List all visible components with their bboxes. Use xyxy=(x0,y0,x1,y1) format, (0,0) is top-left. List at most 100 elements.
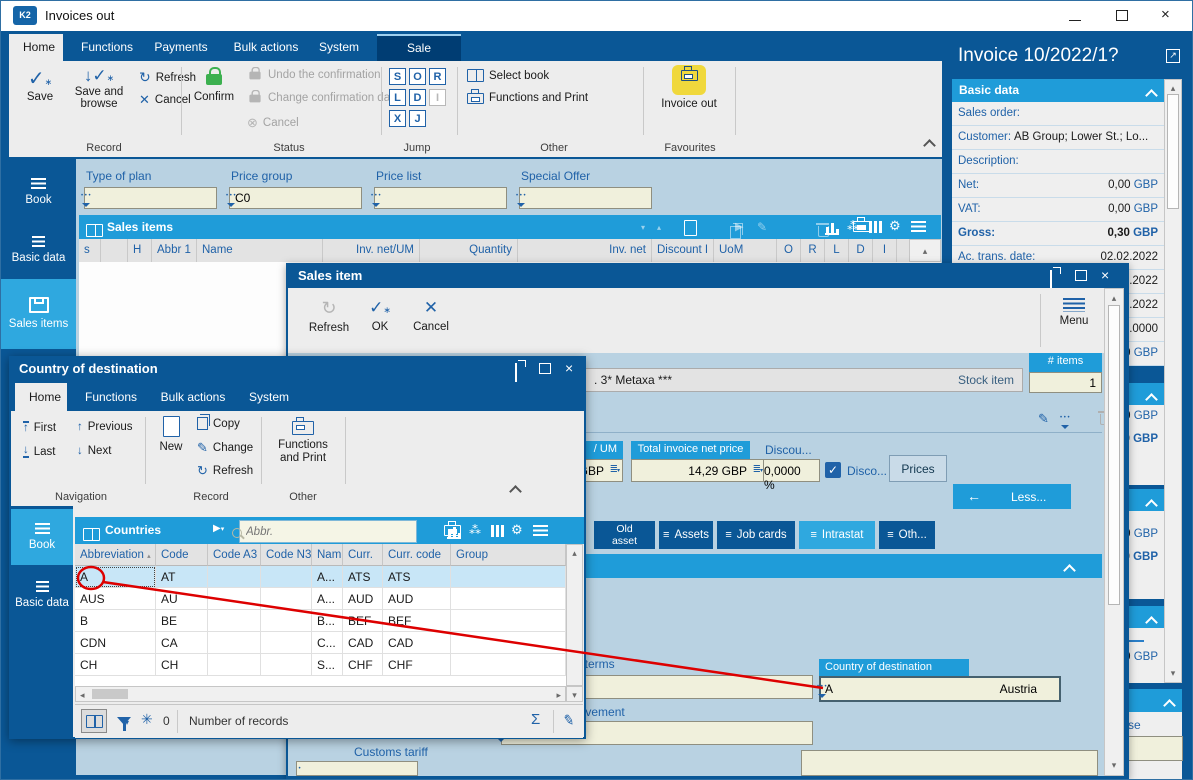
dropdown-icon[interactable] xyxy=(297,766,303,775)
customs-tariff-field[interactable] xyxy=(296,761,418,776)
cancel-button[interactable]: ✕ Cancel xyxy=(139,92,191,108)
asterisk-icon[interactable]: ✳ xyxy=(141,711,153,728)
type-of-plan-field[interactable] xyxy=(81,187,217,209)
maximize-button[interactable] xyxy=(1075,270,1087,281)
close-button[interactable]: × xyxy=(565,361,573,375)
sidebar-item-book[interactable]: Book xyxy=(11,509,73,565)
copy-button[interactable]: Copy xyxy=(197,414,240,430)
jump-o-button[interactable]: O xyxy=(409,68,426,85)
tab-other[interactable]: ≡ Oth... xyxy=(879,521,935,549)
columns-icon[interactable] xyxy=(491,525,504,537)
save-and-browse-button[interactable]: ↓✓∗ Save and browse xyxy=(67,66,131,130)
col-l[interactable]: L xyxy=(825,239,849,262)
jump-d-button[interactable]: D xyxy=(409,89,426,106)
jump-j-button[interactable]: J xyxy=(409,110,426,127)
functions-and-print-button[interactable]: Functions and Print xyxy=(267,416,339,486)
col-inv-net-um[interactable]: Inv. net/UM xyxy=(323,239,420,262)
description-field[interactable] xyxy=(801,750,1098,776)
jump-r-button[interactable]: R xyxy=(429,68,446,85)
sidebar-item-basic-data[interactable]: Basic data xyxy=(1,223,76,277)
col-o[interactable]: O xyxy=(777,239,801,262)
col-name[interactable]: Nam xyxy=(312,544,343,566)
functions-wheel-icon[interactable]: ⁂ xyxy=(469,523,481,537)
refresh-button[interactable]: ↻ Refresh xyxy=(139,69,196,86)
tab-system[interactable]: System xyxy=(301,34,377,61)
jump-s-button[interactable]: S xyxy=(389,68,406,85)
col-group[interactable]: Group xyxy=(451,544,566,566)
tab-home[interactable]: Home xyxy=(15,383,67,411)
less-button[interactable]: ← Less... xyxy=(953,484,1071,509)
tab-home[interactable]: Home xyxy=(9,34,63,61)
settings-gear-icon[interactable]: ⚙ xyxy=(511,523,523,536)
edit-icon[interactable]: ✎ xyxy=(1038,411,1049,427)
chart-icon[interactable] xyxy=(825,221,839,235)
col-discount[interactable]: Discount I xyxy=(652,239,714,262)
dialog-refresh-button[interactable]: ↻ Refresh xyxy=(302,298,356,334)
col-curr[interactable]: Curr. xyxy=(343,544,383,566)
discount-checkbox[interactable]: ✓ xyxy=(825,462,841,478)
discount-field[interactable]: 0,0000 % xyxy=(763,459,820,492)
tab-old-asset[interactable]: Old asset xyxy=(594,521,655,549)
ribbon-collapse-button[interactable] xyxy=(509,483,522,501)
close-button[interactable]: × xyxy=(1161,7,1170,22)
confirm-button[interactable]: Confirm xyxy=(189,66,239,130)
panel-scrollbar[interactable]: ▴ ▾ xyxy=(1164,79,1182,683)
dialog-menu-button[interactable]: Menu xyxy=(1052,298,1096,327)
countries-hscrollbar[interactable]: ◂ ▸ xyxy=(75,686,566,702)
new-button[interactable]: New xyxy=(149,416,193,478)
col-code-a3[interactable]: Code A3 xyxy=(208,544,261,566)
country-cell[interactable]: B xyxy=(75,610,156,632)
col-uom[interactable]: UoM xyxy=(714,239,777,262)
col-blank[interactable] xyxy=(101,239,128,262)
maximize-button[interactable] xyxy=(1116,10,1128,21)
book-view-button[interactable] xyxy=(81,709,107,733)
col-quantity[interactable]: Quantity xyxy=(420,239,518,262)
special-offer-field[interactable] xyxy=(516,187,652,209)
next-button[interactable]: ↓ Next xyxy=(77,445,111,457)
panel-menu-icon[interactable] xyxy=(911,221,926,232)
expand-panel-icon[interactable]: ↗ xyxy=(1166,49,1180,63)
edit-icon[interactable]: ✎ xyxy=(757,220,767,234)
dropdown-icon[interactable] xyxy=(1060,415,1072,430)
select-book-button[interactable]: Select book xyxy=(467,69,549,82)
settings-gear-icon[interactable]: ⚙ xyxy=(889,219,901,232)
tab-job-cards[interactable]: ≡ Job cards xyxy=(717,521,795,549)
country-of-destination-field[interactable]: A Austria xyxy=(817,676,1061,702)
prices-button[interactable]: Prices xyxy=(889,455,947,482)
col-code-n3[interactable]: Code N3 xyxy=(261,544,312,566)
col-abbr1[interactable]: Abbr 1 xyxy=(152,239,197,262)
tab-assets[interactable]: ≡ Assets xyxy=(659,521,713,549)
total-net-price-field[interactable]: 14,29 GBP ≣▾ xyxy=(631,459,766,482)
tab-system[interactable]: System xyxy=(231,383,307,411)
col-h[interactable]: H xyxy=(128,239,152,262)
country-cell[interactable]: A xyxy=(75,566,156,588)
undo-confirmation-button[interactable]: Undo the confirmation xyxy=(247,66,381,81)
dropdown-icon[interactable] xyxy=(817,684,829,699)
restore-button[interactable] xyxy=(515,363,517,382)
price-stack-icon[interactable]: ≣▾ xyxy=(753,464,763,475)
maximize-button[interactable] xyxy=(539,363,551,374)
jump-i-button[interactable]: I xyxy=(429,89,446,106)
sidebar-item-sales-items[interactable]: Sales items xyxy=(1,279,76,349)
previous-button[interactable]: ↑ Previous xyxy=(77,421,133,433)
price-group-field[interactable]: C0 xyxy=(226,187,362,209)
basic-data-header[interactable]: Basic data xyxy=(952,79,1164,102)
dialog-ok-button[interactable]: ✓∗ OK xyxy=(360,298,400,333)
play-icon[interactable]: ▶▾ xyxy=(213,523,224,534)
first-button[interactable]: ↑ First xyxy=(23,421,56,434)
price-stack-icon[interactable]: ≣▾ xyxy=(610,464,620,475)
dropdown-icon[interactable] xyxy=(371,193,383,208)
tab-payments[interactable]: Payments xyxy=(137,34,225,61)
cancel-status-button[interactable]: ⊗ Cancel xyxy=(247,115,299,131)
country-cell[interactable]: CH xyxy=(75,654,156,676)
tab-bulk-actions[interactable]: Bulk actions xyxy=(143,383,243,411)
tab-functions[interactable]: Functions xyxy=(67,383,155,411)
sort-desc-icon[interactable]: ▾ xyxy=(641,223,645,232)
refresh-button[interactable]: ↻ Refresh xyxy=(197,463,253,479)
sidebar-item-book[interactable]: Book xyxy=(1,165,76,219)
dropdown-icon[interactable] xyxy=(81,193,93,208)
country-cell[interactable]: CDN xyxy=(75,632,156,654)
dropdown-icon[interactable] xyxy=(226,193,238,208)
table-scrollbar-up[interactable]: ▴ xyxy=(909,239,941,262)
change-confirmation-date-button[interactable]: Change confirmation date xyxy=(247,89,400,104)
